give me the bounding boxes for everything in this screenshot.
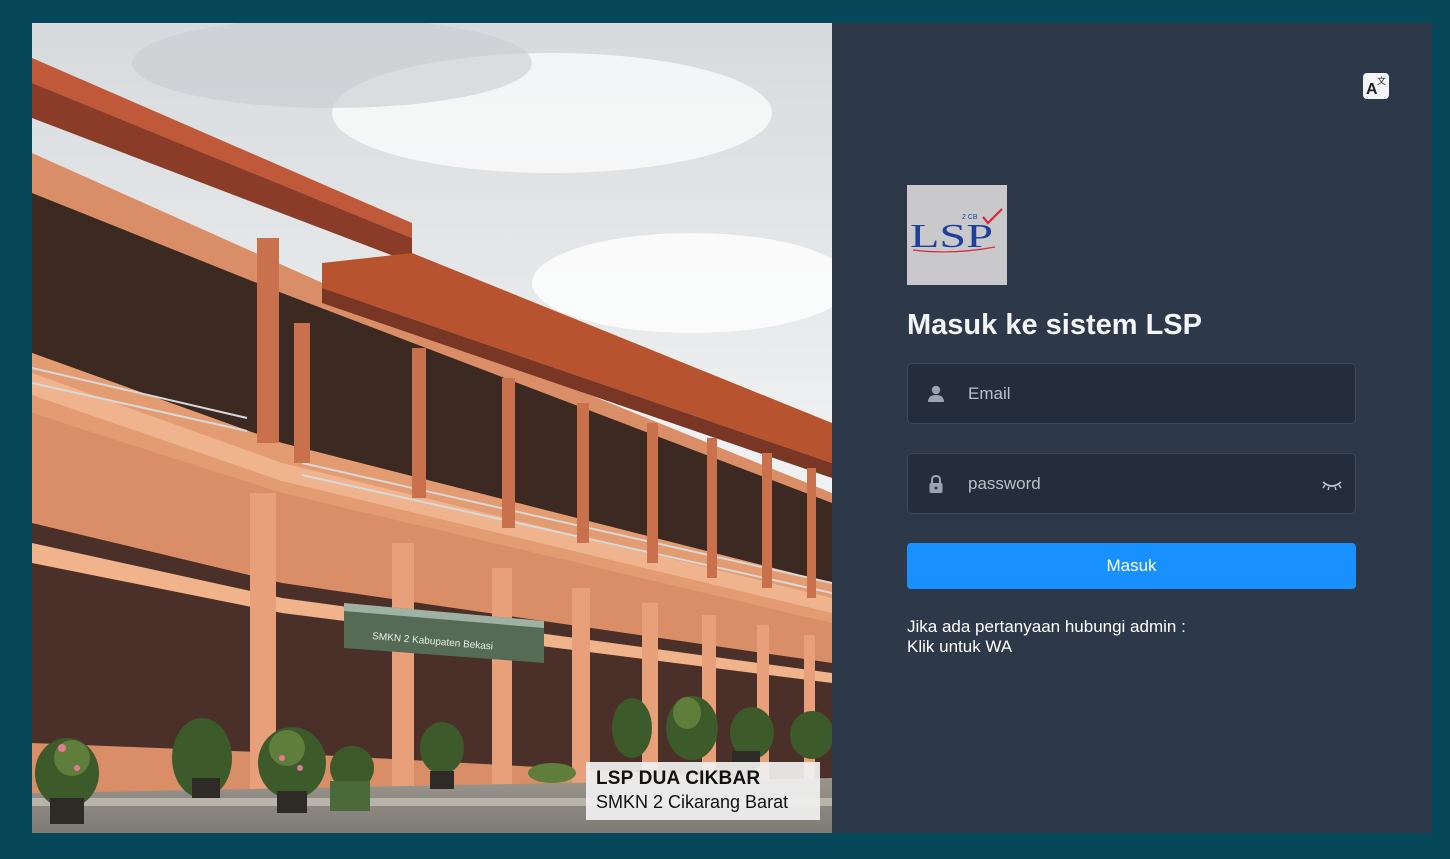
lsp-logo: LSP 2 CB bbox=[907, 185, 1007, 285]
caption-title: LSP DUA CIKBAR bbox=[596, 768, 761, 789]
translate-icon: A 文 bbox=[1366, 75, 1386, 98]
login-title: Masuk ke sistem LSP bbox=[907, 309, 1202, 341]
eye-closed-icon[interactable] bbox=[1319, 474, 1345, 494]
school-building-image: SMKN 2 Kabupaten Bekasi bbox=[32, 23, 832, 833]
svg-text:文: 文 bbox=[1377, 75, 1386, 87]
login-submit-button[interactable]: Masuk bbox=[907, 543, 1356, 589]
email-input[interactable] bbox=[968, 364, 1308, 423]
help-text: Jika ada pertanyaan hubungi admin : bbox=[907, 617, 1186, 636]
password-field bbox=[907, 453, 1356, 514]
language-switch-button[interactable]: A 文 bbox=[1363, 73, 1389, 99]
logo-small-text: 2 CB bbox=[962, 214, 978, 221]
whatsapp-link[interactable]: Klik untuk WA bbox=[907, 637, 1012, 656]
photo-caption: LSP DUA CIKBAR SMKN 2 Cikarang Barat bbox=[586, 762, 820, 820]
campus-photo: SMKN 2 Kabupaten Bekasi LSP DUA CIKBAR S… bbox=[32, 23, 832, 833]
password-input[interactable] bbox=[968, 454, 1308, 513]
email-field bbox=[907, 363, 1356, 424]
lock-icon bbox=[929, 474, 943, 493]
login-page: SMKN 2 Kabupaten Bekasi LSP DUA CIKBAR S… bbox=[32, 23, 1432, 833]
login-panel: A 文 LSP 2 CB Masuk ke sistem LSP Email M… bbox=[832, 23, 1432, 833]
user-icon bbox=[928, 385, 944, 402]
caption-subtitle: SMKN 2 Cikarang Barat bbox=[596, 792, 789, 812]
help-section: Jika ada pertanyaan hubungi admin : Klik… bbox=[907, 617, 1186, 657]
